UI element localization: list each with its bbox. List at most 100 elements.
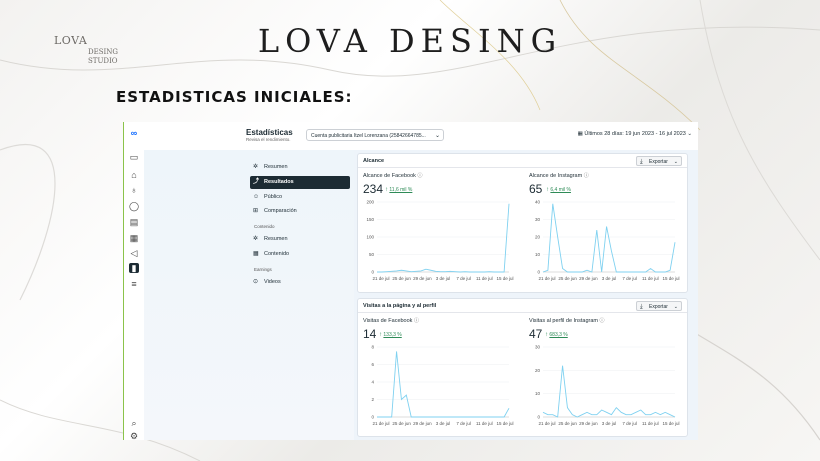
insights-icon[interactable]: ▮ bbox=[129, 263, 139, 273]
nav-resumen[interactable]: ✲ Resumen bbox=[250, 161, 350, 174]
export-button[interactable]: ⤓ Exportar ⌄ bbox=[636, 156, 682, 166]
x-tick-label: 3 de jul bbox=[436, 276, 451, 281]
chevron-down-icon: ⌄ bbox=[673, 159, 678, 165]
nav-videos[interactable]: ⊙ Videos bbox=[250, 276, 350, 289]
arrow-up-icon: ↑ bbox=[545, 332, 548, 338]
arrow-up-icon: ↑ bbox=[379, 332, 382, 338]
menu-icon[interactable]: ≡ bbox=[129, 279, 139, 289]
alcance-card: Alcance ⤓ Exportar ⌄ Alcance de Facebook ⓘ… bbox=[357, 153, 688, 293]
y-tick-label: 0 bbox=[537, 415, 540, 420]
megaphone-icon[interactable]: ◁ bbox=[129, 248, 139, 258]
metric-label-text: Visitas al perfil de Instagram bbox=[529, 318, 598, 324]
arrow-up-icon: ↑ bbox=[546, 187, 549, 193]
y-tick-label: 0 bbox=[371, 415, 374, 420]
info-icon[interactable]: ⓘ bbox=[584, 173, 589, 179]
benchmark-icon: ⊞ bbox=[253, 208, 259, 214]
x-tick-label: 15 de jul bbox=[662, 276, 679, 281]
date-range-picker[interactable]: ▦ Últimos 28 días: 19 jun 2023 - 16 jul … bbox=[578, 131, 692, 137]
y-tick-label: 8 bbox=[371, 345, 374, 350]
brand-title: LOVA DESING bbox=[257, 22, 563, 60]
x-tick-label: 15 de jul bbox=[496, 276, 513, 281]
info-icon[interactable]: ⓘ bbox=[414, 318, 419, 324]
nav-videos-label: Videos bbox=[264, 279, 281, 285]
results-icon: ⤴ bbox=[253, 179, 260, 185]
x-tick-label: 3 de jul bbox=[436, 421, 451, 426]
nav-resumen-label: Resumen bbox=[264, 164, 288, 170]
search-icon[interactable]: ⌕ bbox=[129, 418, 139, 428]
x-tick-label: 3 de jul bbox=[602, 421, 617, 426]
facebook-reach-chart: 0 50 100 150 200 21 de jul 25 de jun 29 de jun 3… bbox=[366, 200, 513, 282]
facebook-visits-metric: Visitas de Facebook ⓘ 14 ↑ 133,3 % 0 2 4 6 8… bbox=[363, 317, 521, 437]
x-tick-label: 15 de jul bbox=[496, 421, 513, 426]
metric-delta-value: 683,3 % bbox=[549, 332, 568, 338]
instagram-visits-chart: 0 10 20 30 21 de jul 25 de jun 29 de jun 3 de j… bbox=[535, 345, 680, 427]
card-divider bbox=[358, 167, 687, 168]
metric-value: 14 bbox=[363, 327, 377, 341]
metric-label: Visitas de Facebook ⓘ bbox=[363, 317, 419, 324]
x-tick-label: 7 de jul bbox=[456, 276, 471, 281]
calendar-icon[interactable]: ▤ bbox=[129, 217, 139, 227]
placeholder-icon[interactable]: ▭ bbox=[129, 152, 139, 162]
series-line bbox=[377, 203, 510, 273]
x-tick-label: 11 de jul bbox=[476, 276, 493, 281]
info-icon[interactable]: ⓘ bbox=[600, 318, 605, 324]
account-selector[interactable]: Cuenta publicitaria Itzel Lorenzana (258… bbox=[306, 129, 444, 141]
arrow-up-icon: ↑ bbox=[385, 187, 388, 193]
metric-value: 47 bbox=[529, 327, 543, 341]
grid-icon[interactable]: ▦ bbox=[129, 233, 139, 243]
series-line bbox=[542, 203, 676, 273]
x-tick-label: 21 de jul bbox=[372, 421, 389, 426]
y-tick-label: 100 bbox=[366, 235, 374, 240]
metric-label-text: Visitas de Facebook bbox=[363, 318, 413, 324]
metric-delta: ↑ 683,3 % bbox=[545, 332, 568, 338]
visitas-card-title: Visitas a la página y al perfil bbox=[363, 303, 437, 309]
meta-logo-icon[interactable]: ∞ bbox=[129, 128, 139, 138]
nav-comparacion[interactable]: ⊞ Comparación bbox=[250, 205, 350, 218]
y-tick-label: 50 bbox=[369, 252, 375, 257]
series-line bbox=[377, 351, 510, 418]
metric-label-text: Alcance de Instagram bbox=[529, 173, 583, 179]
nav-publico[interactable]: ☺ Público bbox=[250, 191, 350, 204]
y-tick-label: 200 bbox=[366, 200, 374, 205]
chevron-down-icon: ⌄ bbox=[434, 133, 440, 139]
y-tick-label: 10 bbox=[535, 252, 541, 257]
y-tick-label: 30 bbox=[535, 217, 541, 222]
nav-contenido[interactable]: ▦ Contenido bbox=[250, 248, 350, 261]
overview-icon: ✲ bbox=[253, 236, 259, 242]
facebook-visits-chart: 0 2 4 6 8 21 de jul 25 de jun 29 de jun 3 de jul… bbox=[371, 345, 513, 427]
settings-icon[interactable]: ⚙ bbox=[129, 431, 139, 440]
x-tick-label: 29 de jun bbox=[579, 421, 598, 426]
x-tick-label: 11 de jul bbox=[476, 421, 493, 426]
section-earnings: Earnings bbox=[254, 267, 272, 272]
home-icon[interactable]: ⌂ bbox=[129, 170, 139, 180]
insights-sidebar: ✲ Resumen ⤴ Resultados ☺ Público ⊞ Comparaci… bbox=[144, 150, 354, 440]
metric-label-text: Alcance de Facebook bbox=[363, 173, 416, 179]
nav-resultados-label: Resultados bbox=[264, 179, 294, 185]
chat-icon[interactable]: ◯ bbox=[129, 201, 139, 211]
main-content: Alcance ⤓ Exportar ⌄ Alcance de Facebook ⓘ… bbox=[354, 150, 698, 440]
nav-publico-label: Público bbox=[264, 194, 283, 200]
metric-delta-value: 6,4 mil % bbox=[550, 187, 571, 193]
nav-contenido-resumen[interactable]: ✲ Resumen bbox=[250, 233, 350, 246]
notification-icon[interactable]: ♁ bbox=[129, 185, 139, 195]
y-tick-label: 2 bbox=[371, 397, 374, 402]
account-selector-label: Cuenta publicitaria Itzel Lorenzana (258… bbox=[311, 133, 426, 139]
page-title: Estadísticas bbox=[246, 128, 293, 137]
nav-resultados[interactable]: ⤴ Resultados bbox=[250, 176, 350, 189]
export-button[interactable]: ⤓ Exportar ⌄ bbox=[636, 301, 682, 311]
info-icon[interactable]: ⓘ bbox=[417, 173, 422, 179]
section-contenido: Contenido bbox=[254, 224, 275, 229]
y-tick-label: 40 bbox=[535, 200, 541, 205]
chevron-down-icon: ⌄ bbox=[685, 131, 692, 137]
nav-contenido-resumen-label: Resumen bbox=[264, 236, 288, 242]
table-icon: ▦ bbox=[253, 251, 259, 257]
x-tick-label: 15 de jul bbox=[662, 421, 679, 426]
left-icon-rail: ∞ ▭ ⌂ ♁ ◯ ▤ ▦ ◁ ▮ ≡ ⌕ ⚙ bbox=[124, 122, 145, 440]
x-tick-label: 25 de jun bbox=[558, 276, 577, 281]
x-tick-label: 11 de jul bbox=[642, 421, 659, 426]
x-tick-label: 11 de jul bbox=[642, 276, 659, 281]
y-tick-label: 20 bbox=[535, 368, 541, 373]
download-icon: ⤓ bbox=[640, 304, 643, 310]
nav-comparacion-label: Comparación bbox=[264, 208, 297, 214]
x-tick-label: 21 de jul bbox=[538, 421, 555, 426]
